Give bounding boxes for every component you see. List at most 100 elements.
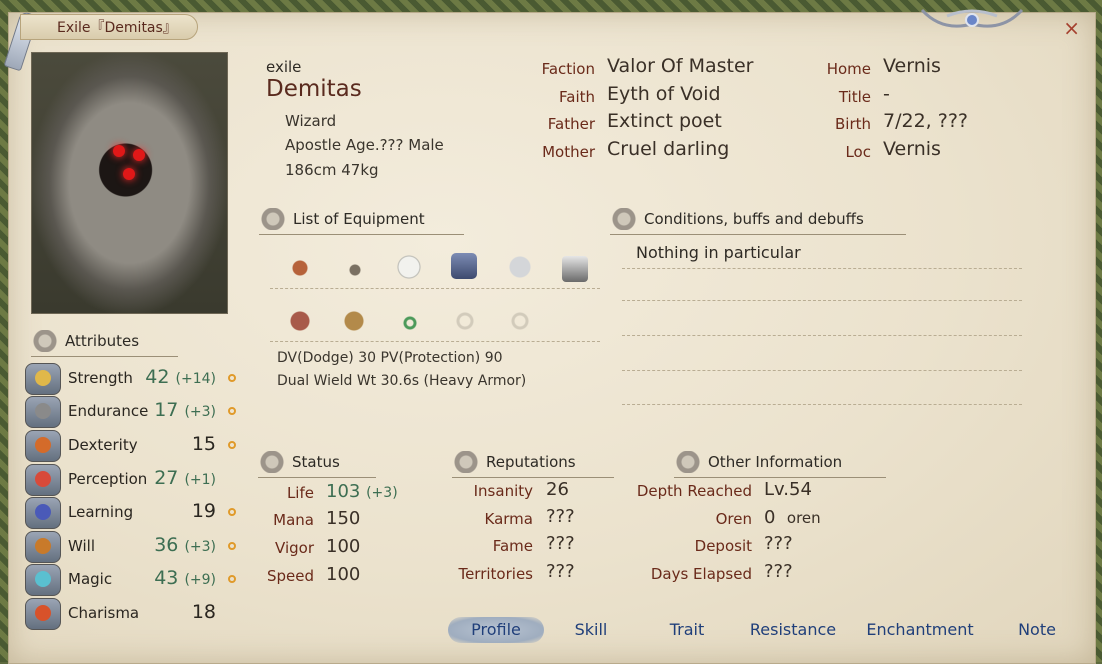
will-icon xyxy=(25,531,61,563)
mana-label: Mana xyxy=(273,511,314,529)
character-size-line: 186cm 47kg xyxy=(285,161,379,179)
attribute-row-learning[interactable]: Learning 19 xyxy=(25,497,240,529)
attribute-row-strength[interactable]: Strength 42 (+14) xyxy=(25,363,240,395)
gauntlet-icon[interactable] xyxy=(562,256,588,282)
birth-value: 7/22, ??? xyxy=(883,110,968,132)
location-label: Loc xyxy=(845,143,871,161)
potential-indicator-icon xyxy=(228,575,236,583)
deposit-value: ??? xyxy=(764,533,793,554)
dagger-icon[interactable] xyxy=(342,257,368,283)
endurance-icon xyxy=(25,396,61,428)
faction-value: Valor Of Master xyxy=(607,55,754,77)
section-icon xyxy=(31,330,59,352)
character-alias: exile xyxy=(266,58,302,76)
divider xyxy=(622,268,1022,269)
section-icon xyxy=(674,451,702,473)
dv-pv-line: DV(Dodge) 30 PV(Protection) 90 xyxy=(277,350,503,366)
learning-icon xyxy=(25,497,61,529)
status-heading: Status xyxy=(258,451,376,478)
attribute-row-will[interactable]: Will 36 (+3) xyxy=(25,531,240,563)
karma-label: Karma xyxy=(484,510,533,528)
attribute-row-perception[interactable]: Perception 27 (+1) xyxy=(25,464,240,496)
attribute-row-charisma[interactable]: Charisma 18 xyxy=(25,598,240,630)
fame-value: ??? xyxy=(546,533,575,554)
vigor-value: 100 xyxy=(326,536,361,557)
vigor-label: Vigor xyxy=(275,539,314,557)
life-value: 103 (+3) xyxy=(326,481,398,502)
insanity-label: Insanity xyxy=(473,482,533,500)
speed-value: 100 xyxy=(326,564,361,585)
divider xyxy=(270,341,600,342)
strength-icon xyxy=(25,363,61,395)
helmet-icon[interactable] xyxy=(396,254,422,280)
section-icon xyxy=(610,208,638,230)
tab-resistance[interactable]: Resistance xyxy=(744,617,842,643)
perception-icon xyxy=(25,464,61,496)
potential-indicator-icon xyxy=(228,542,236,550)
father-label: Father xyxy=(547,115,595,133)
attributes-heading: Attributes xyxy=(31,330,178,357)
attribute-row-endurance[interactable]: Endurance 17 (+3) xyxy=(25,396,240,428)
section-icon xyxy=(259,208,287,230)
divider xyxy=(622,370,1022,371)
divider xyxy=(622,300,1022,301)
potential-indicator-icon xyxy=(228,407,236,415)
charisma-icon xyxy=(25,598,61,630)
close-button[interactable]: × xyxy=(1063,16,1080,40)
tab-note[interactable]: Note xyxy=(1010,617,1064,643)
life-label: Life xyxy=(286,484,314,502)
mana-value: 150 xyxy=(326,508,361,529)
tab-skill[interactable]: Skill xyxy=(560,617,622,643)
conditions-heading: Conditions, buffs and debuffs xyxy=(610,208,906,235)
magic-icon xyxy=(25,564,61,596)
potential-indicator-icon xyxy=(228,508,236,516)
ring-slot-icon[interactable] xyxy=(452,308,478,334)
oren-value: 0 oren xyxy=(764,507,821,528)
attribute-row-magic[interactable]: Magic 43 (+9) xyxy=(25,564,240,596)
speed-label: Speed xyxy=(266,567,314,585)
window-title: Exile『Demitas』 xyxy=(20,14,198,40)
tab-enchantment[interactable]: Enchantment xyxy=(862,617,978,643)
faction-label: Faction xyxy=(541,60,595,78)
club-icon[interactable] xyxy=(287,255,313,281)
tab-profile[interactable]: Profile xyxy=(448,617,544,643)
deposit-label: Deposit xyxy=(694,537,752,555)
character-name: Demitas xyxy=(266,76,362,102)
armor-icon[interactable] xyxy=(451,253,477,279)
mother-value: Cruel darling xyxy=(607,138,730,160)
tab-trait[interactable]: Trait xyxy=(656,617,718,643)
location-value: Vernis xyxy=(883,138,941,160)
home-value: Vernis xyxy=(883,55,941,77)
territories-label: Territories xyxy=(458,565,533,583)
reputations-heading: Reputations xyxy=(452,451,614,478)
divider xyxy=(270,288,600,289)
dexterity-icon xyxy=(25,430,61,462)
days-elapsed-value: ??? xyxy=(764,561,793,582)
equipment-heading: List of Equipment xyxy=(259,208,464,235)
days-elapsed-label: Days Elapsed xyxy=(650,565,752,583)
character-portrait xyxy=(31,52,228,314)
title-value: - xyxy=(883,83,890,105)
title-label: Title xyxy=(838,88,871,106)
wings-icon[interactable] xyxy=(507,254,533,280)
attribute-row-dexterity[interactable]: Dexterity 15 xyxy=(25,430,240,462)
potential-indicator-icon xyxy=(228,441,236,449)
boots-icon[interactable] xyxy=(287,308,313,334)
insanity-value: 26 xyxy=(546,479,569,500)
depth-reached-value: Lv.54 xyxy=(764,479,812,500)
father-value: Extinct poet xyxy=(607,110,722,132)
faith-value: Eyth of Void xyxy=(607,83,721,105)
section-icon xyxy=(452,451,480,473)
character-class: Wizard xyxy=(285,112,337,130)
sandals-icon[interactable] xyxy=(341,308,367,334)
wield-line: Dual Wield Wt 30.6s (Heavy Armor) xyxy=(277,373,527,389)
divider xyxy=(622,335,1022,336)
amulet-icon[interactable] xyxy=(397,310,423,336)
home-label: Home xyxy=(826,60,871,78)
karma-value: ??? xyxy=(546,506,575,527)
character-age-line: Apostle Age.??? Male xyxy=(285,136,444,154)
ring-slot-icon[interactable] xyxy=(507,308,533,334)
conditions-text: Nothing in particular xyxy=(636,243,801,262)
other-information-heading: Other Information xyxy=(674,451,886,478)
fame-label: Fame xyxy=(492,537,533,555)
